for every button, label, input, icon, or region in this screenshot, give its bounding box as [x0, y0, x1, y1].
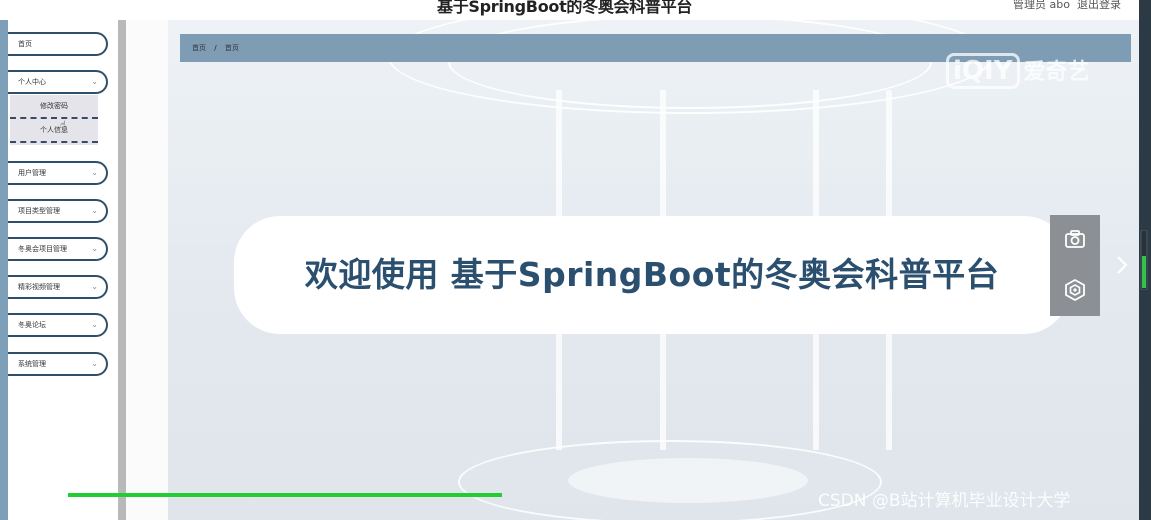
app-title: 基于SpringBoot的冬奥会科普平台 [437, 0, 693, 16]
sidebar-item-label: 冬奥会项目管理 [18, 245, 67, 253]
sidebar-item-label: 用户管理 [18, 169, 46, 177]
submenu-item-label: 修改密码 [40, 102, 68, 110]
chevron-down-icon: ⌄ [91, 244, 98, 253]
sidebar-item-home[interactable]: 首页 [8, 32, 108, 56]
chevron-down-icon: ⌄ [91, 359, 98, 368]
video-frame: 基于SpringBoot的冬奥会科普平台 管理员 abo 退出登录 首页 个人中… [0, 0, 1151, 520]
chevron-down-icon: ⌄ [91, 168, 98, 177]
submenu-item-personal-info[interactable]: 个人信息 [10, 119, 98, 143]
sidebar-item-label: 精彩视频管理 [18, 283, 60, 291]
chevron-down-icon: ⌄ [91, 320, 98, 329]
sidebar-item-olympic-projects[interactable]: 冬奥会项目管理 ⌄ [8, 237, 108, 261]
sidebar-item-label: 冬奥论坛 [18, 321, 46, 329]
submenu-item-change-password[interactable]: 修改密码 [10, 95, 98, 119]
volume-bar-icon [1140, 229, 1148, 291]
player-side-controls [1050, 215, 1100, 316]
admin-label: 管理员 abo [1013, 0, 1070, 11]
sidebar-item-personal-center[interactable]: 个人中心 ⌄ [8, 70, 108, 94]
breadcrumb-separator: / [214, 44, 217, 52]
frame-left-edge [0, 0, 8, 520]
next-button[interactable] [1113, 252, 1131, 278]
sidebar-item-system[interactable]: 系统管理 ⌄ [8, 352, 108, 376]
sidebar-item-videos[interactable]: 精彩视频管理 ⌄ [8, 275, 108, 299]
camera-icon [1065, 230, 1085, 248]
sidebar-item-forum[interactable]: 冬奥论坛 ⌄ [8, 313, 108, 337]
sidebar-item-label: 首页 [18, 40, 32, 48]
chevron-down-icon: ⌄ [91, 77, 98, 86]
sidebar-item-label: 项目类型管理 [18, 207, 60, 215]
welcome-banner: 欢迎使用 基于SpringBoot的冬奥会科普平台 [234, 216, 1070, 334]
top-header: 基于SpringBoot的冬奥会科普平台 管理员 abo 退出登录 [0, 0, 1139, 20]
sidebar-scrollbar[interactable] [118, 20, 126, 520]
sidebar-item-project-types[interactable]: 项目类型管理 ⌄ [8, 199, 108, 223]
hand-cursor-icon: ☝ [60, 120, 67, 131]
breadcrumb-home[interactable]: 首页 [192, 34, 206, 62]
main-content: 首页 / 首页 iQIY 爱奇艺 欢迎使用 基于SpringBoot的冬奥会科普平… [168, 20, 1139, 520]
progress-fill [68, 493, 502, 497]
logout-link[interactable]: 退出登录 [1077, 0, 1121, 12]
playback-time: 02:47 [17, 487, 49, 500]
welcome-text: 欢迎使用 基于SpringBoot的冬奥会科普平台 [304, 255, 1000, 294]
sidebar-item-label: 系统管理 [18, 360, 46, 368]
personal-center-submenu: 修改密码 个人信息 ☝ [10, 95, 98, 145]
chevron-right-icon [1117, 256, 1128, 274]
breadcrumb-current: 首页 [224, 44, 239, 52]
csdn-watermark: CSDN @B站计算机毕业设计大学 [818, 491, 1071, 511]
sidebar-item-users[interactable]: 用户管理 ⌄ [8, 161, 108, 185]
iqiyi-logo: iQIY 爱奇艺 [946, 52, 1090, 89]
iqiyi-logo-box: iQIY [946, 53, 1020, 89]
chevron-down-icon: ⌄ [91, 206, 98, 215]
iqiyi-logo-text: 爱奇艺 [1023, 60, 1090, 85]
target-icon [1065, 278, 1085, 302]
chevron-down-icon: ⌄ [91, 282, 98, 291]
clip-button[interactable] [1050, 266, 1100, 316]
sidebar: 首页 个人中心 ⌄ 修改密码 个人信息 ☝ 用户管理 ⌄ 项目类型管理 ⌄ 冬奥… [8, 20, 118, 520]
content-gutter [126, 20, 168, 520]
sidebar-item-label: 个人中心 [18, 78, 46, 86]
screenshot-button[interactable] [1050, 215, 1100, 265]
volume-indicator[interactable] [1140, 229, 1148, 291]
